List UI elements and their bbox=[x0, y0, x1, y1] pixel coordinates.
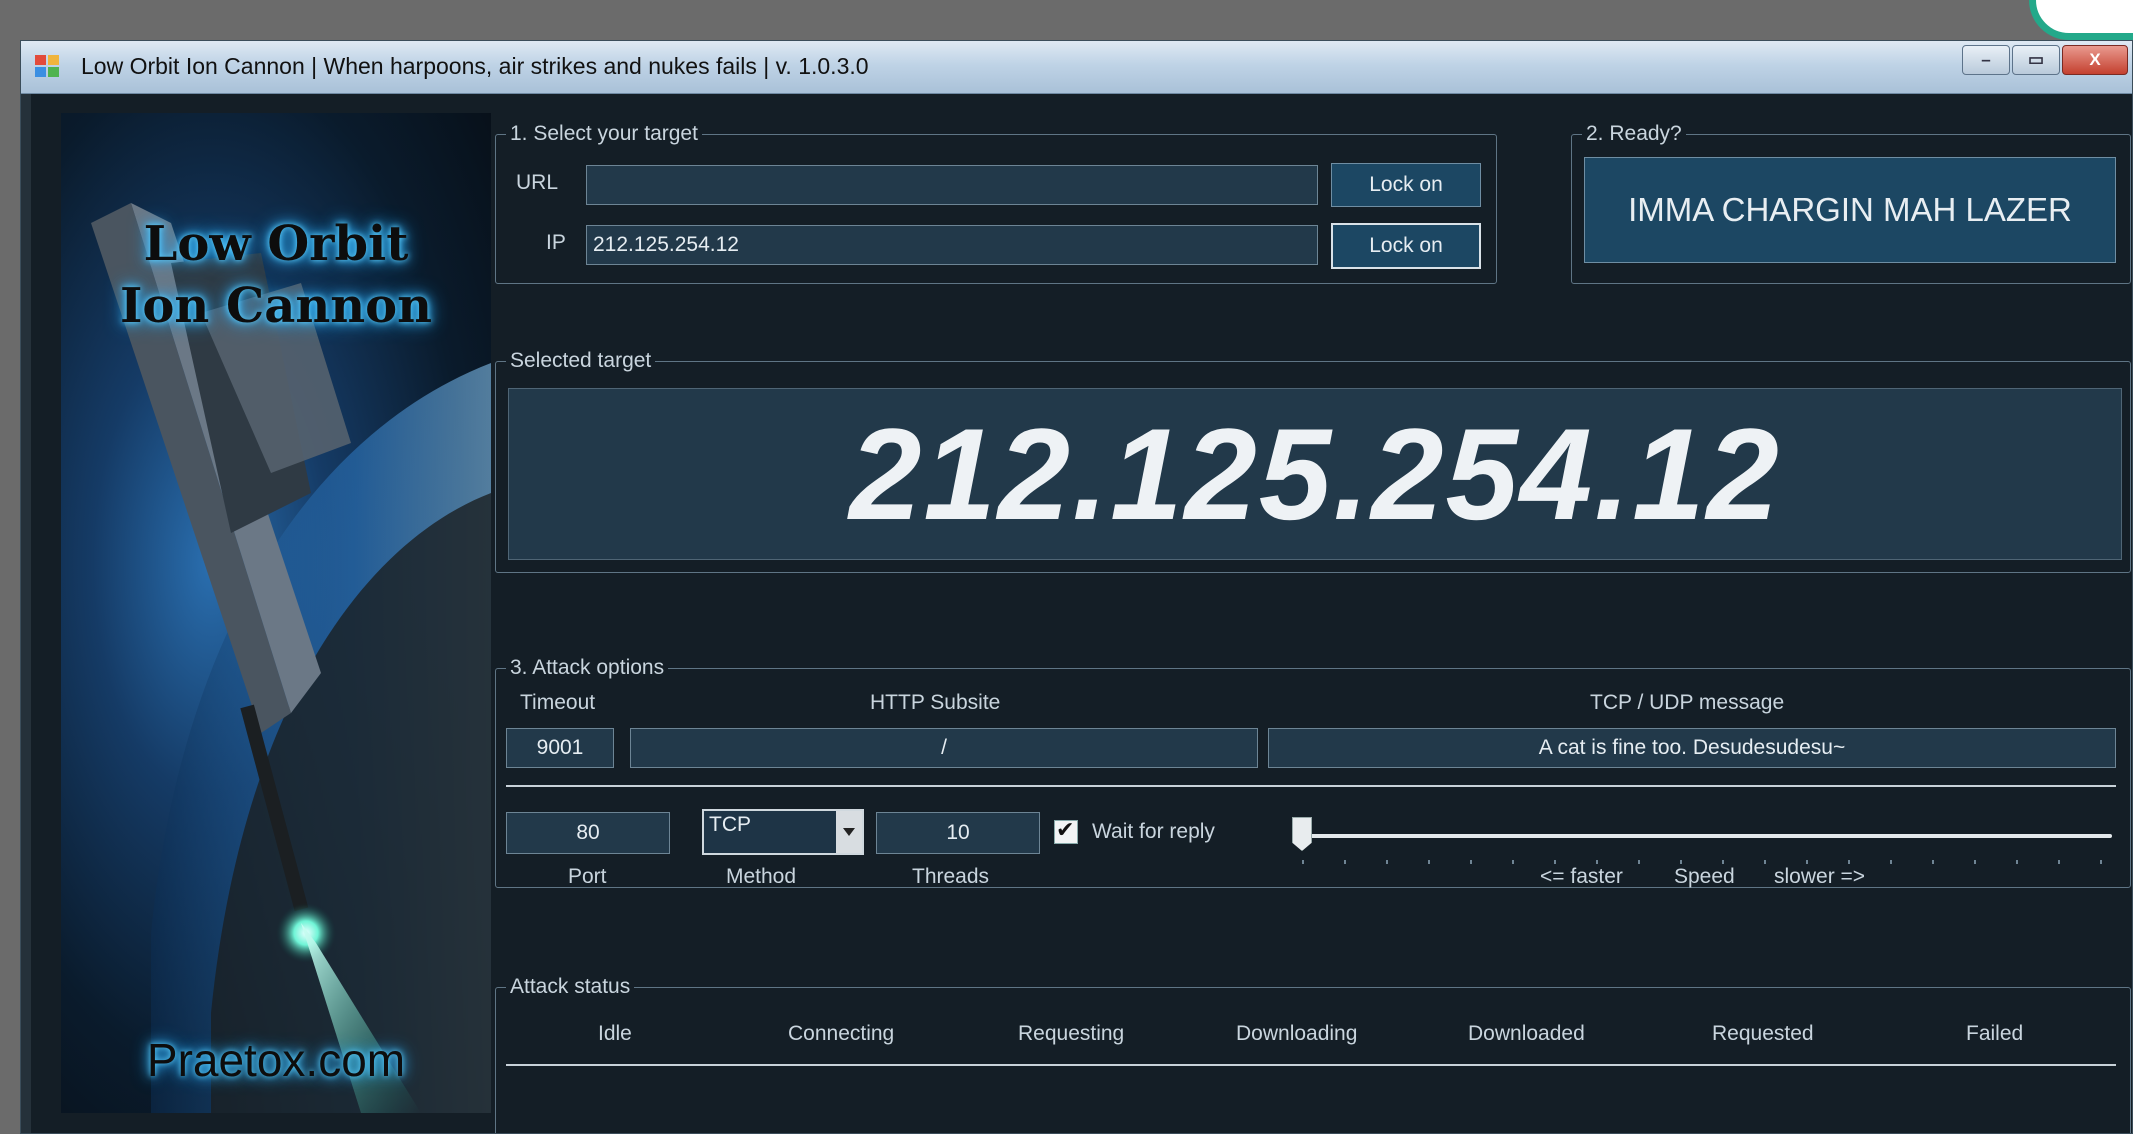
window-title: Low Orbit Ion Cannon | When harpoons, ai… bbox=[81, 53, 869, 79]
selected-target-legend: Selected target bbox=[506, 349, 656, 373]
chevron-down-icon[interactable] bbox=[836, 811, 862, 853]
window-controls: – ▭ X bbox=[1962, 45, 2128, 75]
banner-title: Low Orbit Ion Cannon bbox=[61, 213, 491, 337]
fire-button[interactable]: IMMA CHARGIN MAH LAZER bbox=[1584, 157, 2116, 263]
status-idle-header: Idle bbox=[598, 1022, 632, 1045]
status-divider bbox=[506, 1064, 2116, 1066]
port-input[interactable]: 80 bbox=[506, 812, 670, 854]
attack-status-group: Attack status Idle Connecting Requesting… bbox=[495, 975, 2131, 1133]
attack-options-legend: 3. Attack options bbox=[506, 656, 669, 680]
speed-slider-thumb[interactable] bbox=[1292, 817, 1312, 851]
method-select-value: TCP bbox=[709, 813, 751, 836]
ready-group: 2. Ready? IMMA CHARGIN MAH LAZER bbox=[1571, 122, 2131, 284]
port-label: Port bbox=[568, 865, 607, 888]
wait-for-reply-checkbox[interactable]: ✔ bbox=[1054, 818, 1078, 844]
method-select[interactable]: TCP bbox=[702, 809, 864, 855]
speed-label: Speed bbox=[1674, 865, 1735, 888]
status-downloaded-header: Downloaded bbox=[1468, 1022, 1585, 1045]
app-icon bbox=[35, 55, 61, 79]
attack-options-group: 3. Attack options Timeout HTTP Subsite T… bbox=[495, 656, 2131, 888]
tcp-udp-message-label: TCP / UDP message bbox=[1590, 691, 1785, 714]
select-target-group: 1. Select your target URL Lock on IP 212… bbox=[495, 122, 1497, 284]
minimize-button[interactable]: – bbox=[1962, 45, 2010, 75]
selected-target-value: 212.125.254.12 bbox=[849, 401, 1781, 547]
corner-badge bbox=[2029, 0, 2133, 40]
http-subsite-label: HTTP Subsite bbox=[870, 691, 1001, 714]
url-lock-on-button[interactable]: Lock on bbox=[1331, 163, 1481, 207]
speed-faster-label: <= faster bbox=[1540, 865, 1623, 888]
tcp-udp-message-input[interactable]: A cat is fine too. Desudesudesu~ bbox=[1268, 728, 2116, 768]
ip-input[interactable]: 212.125.254.12 bbox=[586, 225, 1318, 265]
ip-label: IP bbox=[546, 231, 566, 254]
ip-lock-on-button[interactable]: Lock on bbox=[1331, 223, 1481, 269]
wait-for-reply-label[interactable]: Wait for reply bbox=[1092, 820, 1215, 844]
checkmark-icon: ✔ bbox=[1056, 818, 1075, 843]
app-window: Low Orbit Ion Cannon | When harpoons, ai… bbox=[20, 40, 2133, 1134]
selected-target-display: 212.125.254.12 bbox=[508, 388, 2122, 560]
maximize-button[interactable]: ▭ bbox=[2012, 45, 2060, 75]
options-divider bbox=[506, 785, 2116, 787]
http-subsite-input[interactable]: / bbox=[630, 728, 1258, 768]
url-label: URL bbox=[516, 171, 559, 194]
method-label: Method bbox=[726, 865, 797, 888]
banner-title-line2: Ion Cannon bbox=[119, 278, 433, 334]
ready-legend: 2. Ready? bbox=[1582, 122, 1686, 146]
banner-title-line1: Low Orbit bbox=[143, 216, 409, 272]
speed-slider-track[interactable] bbox=[1302, 834, 2112, 838]
threads-input[interactable]: 10 bbox=[876, 812, 1040, 854]
window-left-edge bbox=[21, 94, 31, 1133]
speed-slower-label: slower => bbox=[1774, 865, 1866, 888]
status-requested-header: Requested bbox=[1712, 1022, 1814, 1045]
status-connecting-header: Connecting bbox=[788, 1022, 895, 1045]
timeout-input[interactable]: 9001 bbox=[506, 728, 614, 768]
select-target-legend: 1. Select your target bbox=[506, 122, 702, 146]
status-downloading-header: Downloading bbox=[1236, 1022, 1358, 1045]
attack-status-legend: Attack status bbox=[506, 975, 635, 999]
threads-label: Threads bbox=[912, 865, 990, 888]
status-requesting-header: Requesting bbox=[1018, 1022, 1125, 1045]
banner-site: Praetox.com bbox=[146, 1034, 406, 1086]
timeout-label: Timeout bbox=[520, 691, 596, 714]
url-input[interactable] bbox=[586, 165, 1318, 205]
selected-target-group: Selected target 212.125.254.12 bbox=[495, 349, 2131, 573]
loic-banner: Low Orbit Ion Cannon Praetox.com bbox=[61, 113, 491, 1113]
title-bar[interactable]: Low Orbit Ion Cannon | When harpoons, ai… bbox=[21, 41, 2132, 94]
status-failed-header: Failed bbox=[1966, 1022, 2024, 1045]
close-button[interactable]: X bbox=[2062, 45, 2128, 75]
